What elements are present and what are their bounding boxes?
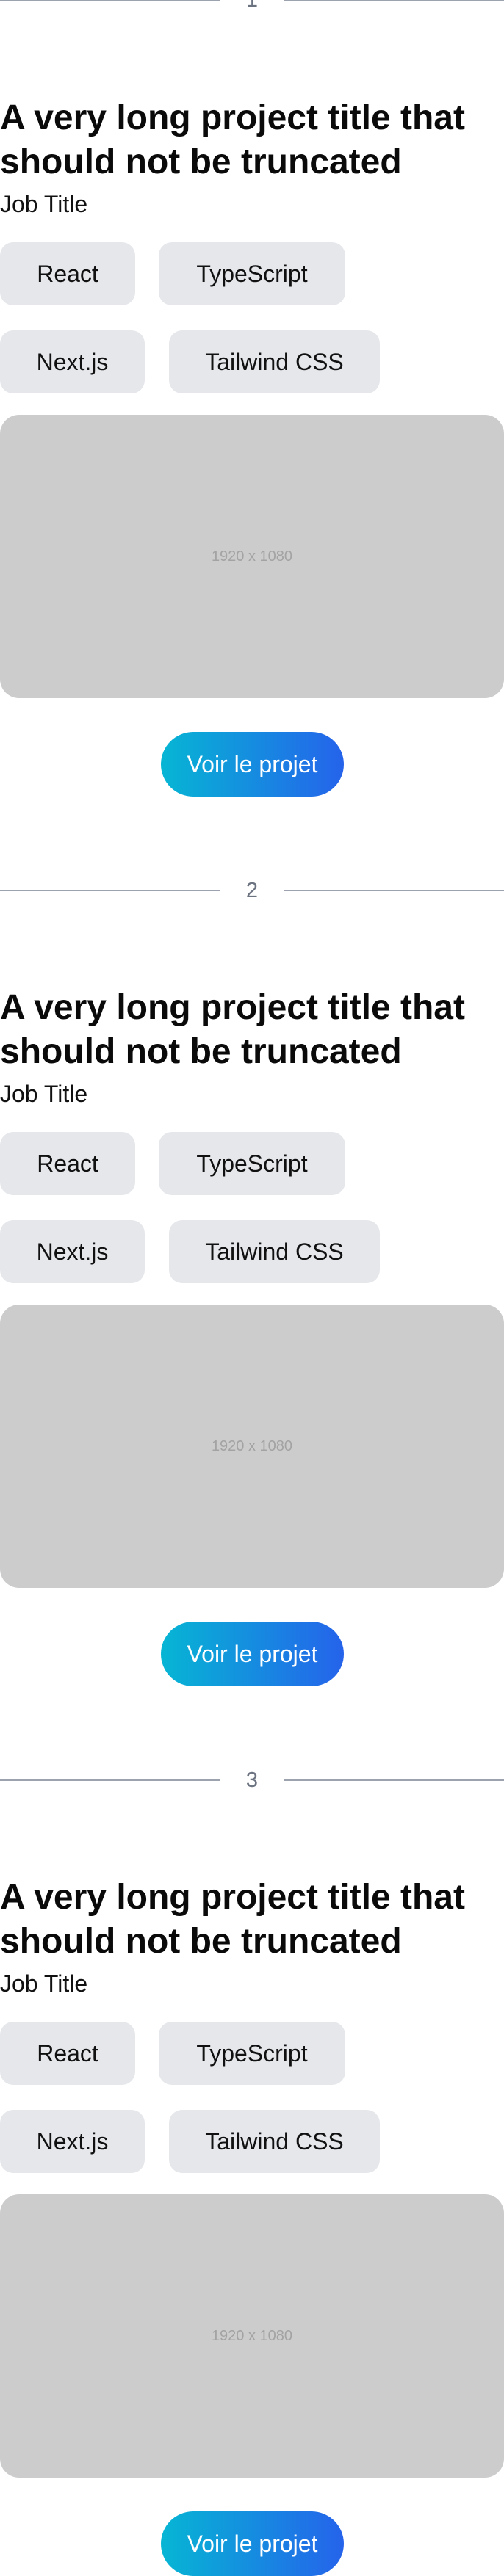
project-job-title: Job Title (0, 1970, 88, 1997)
tech-tag: Tailwind CSS (169, 2110, 380, 2173)
divider-line (0, 1779, 220, 1781)
project-image-placeholder: 1920 x 1080 (0, 415, 504, 698)
tech-tag: TypeScript (159, 2022, 345, 2085)
section-divider: 1 (0, 0, 504, 11)
section-divider: 3 (0, 1769, 504, 1791)
image-dimensions-label: 1920 x 1080 (211, 548, 293, 565)
divider-line (284, 1779, 504, 1781)
tech-tag: Tailwind CSS (169, 330, 380, 393)
project-number: 1 (245, 0, 259, 12)
tech-tag: Tailwind CSS (169, 1220, 380, 1283)
project-image-placeholder: 1920 x 1080 (0, 1305, 504, 1588)
view-project-button[interactable]: Voir le projet (161, 2511, 344, 2576)
project-number: 2 (245, 879, 259, 902)
tech-tag: React (0, 2022, 135, 2085)
tech-tag: React (0, 1132, 135, 1195)
project-job-title: Job Title (0, 191, 88, 217)
project-title: A very long project title that should no… (0, 988, 465, 1071)
tech-tag: Next.js (0, 1220, 145, 1283)
project-number: 3 (245, 1768, 259, 1792)
project-image-placeholder: 1920 x 1080 (0, 2194, 504, 2478)
divider-line (284, 890, 504, 891)
image-dimensions-label: 1920 x 1080 (211, 1438, 293, 1454)
project-title: A very long project title that should no… (0, 98, 465, 181)
image-dimensions-label: 1920 x 1080 (211, 2328, 293, 2344)
section-divider: 2 (0, 879, 504, 901)
tech-tag: Next.js (0, 330, 145, 393)
divider-line (0, 890, 220, 891)
divider-line (0, 0, 220, 1)
tech-tag: React (0, 242, 135, 305)
project-title: A very long project title that should no… (0, 1878, 465, 1961)
view-project-button[interactable]: Voir le projet (161, 1622, 344, 1686)
tech-tag: Next.js (0, 2110, 145, 2173)
project-job-title: Job Title (0, 1081, 88, 1107)
view-project-button[interactable]: Voir le projet (161, 732, 344, 797)
tech-tag: TypeScript (159, 242, 345, 305)
tech-tag: TypeScript (159, 1132, 345, 1195)
divider-line (284, 0, 504, 1)
